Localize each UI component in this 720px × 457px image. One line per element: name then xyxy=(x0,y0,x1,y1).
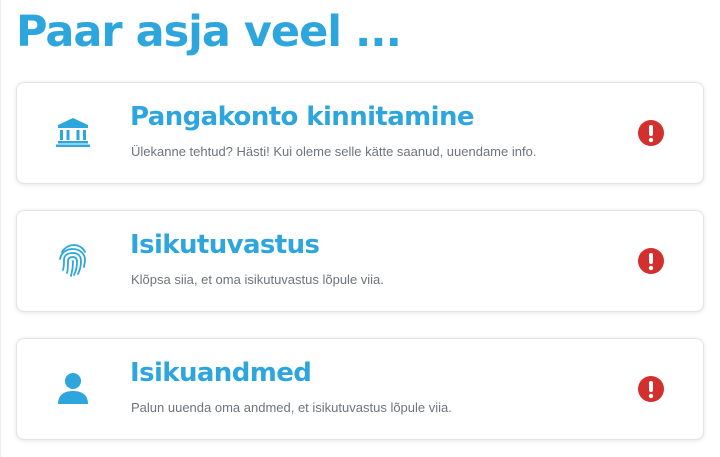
alert-icon xyxy=(638,248,664,274)
task-card-identity-verification[interactable]: Isikutuvastus Klõpsa siia, et oma isikut… xyxy=(16,210,704,312)
person-icon xyxy=(55,370,91,406)
task-description: Klõpsa siia, et oma isikutuvastus lõpule… xyxy=(131,272,384,287)
page-title: Paar asja veel ... xyxy=(16,7,402,57)
alert-icon xyxy=(638,376,664,402)
task-card-bank-account[interactable]: Pangakonto kinnitamine Ülekanne tehtud? … xyxy=(16,82,704,184)
task-title: Isikutuvastus xyxy=(130,230,320,260)
task-description: Ülekanne tehtud? Hästi! Kui oleme selle … xyxy=(131,144,537,159)
page: Paar asja veel ... Pangakonto kinnitamin… xyxy=(0,0,720,457)
bank-icon xyxy=(55,114,91,150)
fingerprint-icon xyxy=(55,242,91,278)
alert-icon xyxy=(638,120,664,146)
task-card-personal-data[interactable]: Isikuandmed Palun uuenda oma andmed, et … xyxy=(16,338,704,440)
task-title: Isikuandmed xyxy=(130,358,312,388)
task-description: Palun uuenda oma andmed, et isikutuvastu… xyxy=(131,400,452,415)
task-title: Pangakonto kinnitamine xyxy=(130,102,475,132)
